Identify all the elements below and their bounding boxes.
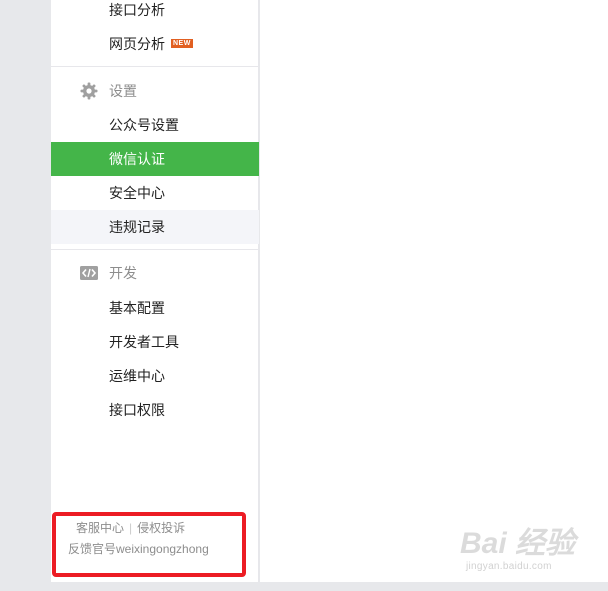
- sidebar-item-label: 基本配置: [109, 300, 165, 316]
- section-settings: 设置: [51, 74, 259, 108]
- new-badge: NEW: [171, 39, 193, 49]
- code-icon: [80, 266, 98, 280]
- feedback-account-text: 反馈官号weixingongzhong: [68, 542, 209, 556]
- complaint-link[interactable]: 侵权投诉: [137, 521, 185, 535]
- sidebar-item-web-analysis[interactable]: 网页分析 NEW: [51, 27, 259, 61]
- sidebar-item-wechat-verification[interactable]: 微信认证: [51, 142, 259, 176]
- sidebar-item-label: 微信认证: [109, 151, 165, 167]
- main-content: [260, 0, 608, 582]
- section-settings-title: 设置: [109, 83, 137, 99]
- sidebar-item-label: 违规记录: [109, 219, 165, 235]
- sidebar-item-basic-config[interactable]: 基本配置: [51, 291, 259, 325]
- footer-links: 客服中心 | 侵权投诉: [68, 518, 254, 538]
- sidebar-item-label: 接口权限: [109, 402, 165, 418]
- sidebar-footer: 客服中心 | 侵权投诉 反馈官号weixingongzhong: [68, 518, 254, 559]
- sidebar-item-label: 网页分析: [109, 36, 165, 52]
- divider: [51, 66, 259, 67]
- sidebar-item-violation-records[interactable]: 违规记录: [51, 210, 259, 244]
- sidebar-item-interface-permissions[interactable]: 接口权限: [51, 393, 259, 427]
- sidebar: 接口分析 网页分析 NEW 设置 公众号设置 微信认证 安全中心 违规记录 开发…: [51, 0, 259, 582]
- sidebar-item-ops-center[interactable]: 运维中心: [51, 359, 259, 393]
- sidebar-item-label: 开发者工具: [109, 334, 179, 350]
- section-develop: 开发: [51, 256, 259, 290]
- bottom-strip: [0, 582, 608, 591]
- footer-separator: |: [129, 521, 133, 535]
- sidebar-item-developer-tools[interactable]: 开发者工具: [51, 325, 259, 359]
- sidebar-item-label: 运维中心: [109, 368, 165, 384]
- sidebar-item-label: 接口分析: [109, 2, 165, 18]
- sidebar-item-interface-analysis[interactable]: 接口分析: [51, 0, 259, 27]
- divider: [51, 249, 259, 250]
- sidebar-item-label: 公众号设置: [109, 117, 179, 133]
- sidebar-item-account-settings[interactable]: 公众号设置: [51, 108, 259, 142]
- sidebar-item-security-center[interactable]: 安全中心: [51, 176, 259, 210]
- section-develop-title: 开发: [109, 265, 137, 281]
- sidebar-item-label: 安全中心: [109, 185, 165, 201]
- customer-service-link[interactable]: 客服中心: [76, 521, 124, 535]
- gear-icon: [80, 82, 98, 100]
